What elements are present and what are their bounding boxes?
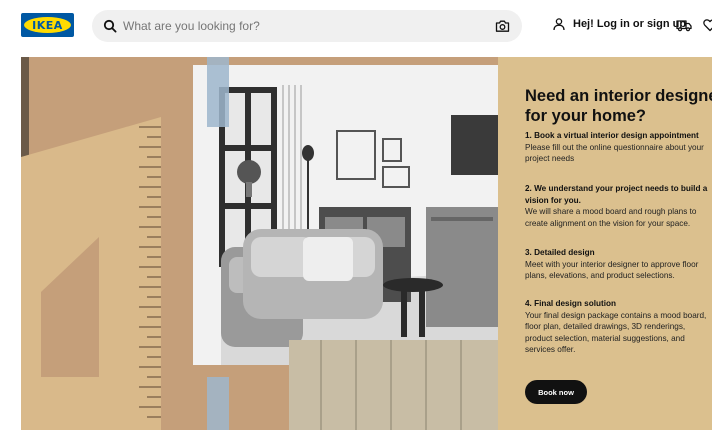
login-link[interactable]: Hej! Log in or sign up [552,17,686,31]
step-description: We will share a mood board and rough pla… [525,207,697,228]
panel-title: Need an interior designer for your home? [525,87,712,125]
site-header: IKEA Hej! Log in or sign up [0,0,712,52]
login-label: Hej! Log in or sign up [573,18,687,30]
hero-image [21,57,498,430]
search-bar[interactable] [92,10,522,42]
logo-text: IKEA [32,18,63,32]
search-icon[interactable] [103,19,117,33]
step-3: 3. Detailed design Meet with your interi… [525,247,712,282]
step-description: Please fill out the online questionnaire… [525,142,704,164]
ikea-logo[interactable]: IKEA [21,13,74,37]
step-description: Meet with your interior designer to appr… [525,259,699,281]
info-panel: Need an interior designer for your home?… [498,57,712,430]
step-title: 3. Detailed design [525,248,595,257]
step-4: 4. Final design solution Your final desi… [525,298,712,356]
interior-sketch-illustration [21,57,498,430]
step-title: 2. We understand your project needs to b… [525,184,708,205]
user-icon [553,18,565,31]
camera-icon[interactable] [495,19,510,33]
logo-oval: IKEA [24,17,71,33]
search-input[interactable] [123,10,463,42]
step-title: 4. Final design solution [525,299,616,308]
heart-icon[interactable] [703,18,712,32]
step-title: 1. Book a virtual interior design appoin… [525,131,699,140]
truck-icon[interactable] [676,18,692,32]
step-1: 1. Book a virtual interior design appoin… [525,130,712,165]
step-description: Your final design package contains a moo… [525,310,707,355]
step-2: 2. We understand your project needs to b… [525,183,712,229]
hero-banner: Need an interior designer for your home?… [21,57,712,430]
book-now-button[interactable]: Book now [525,380,587,404]
